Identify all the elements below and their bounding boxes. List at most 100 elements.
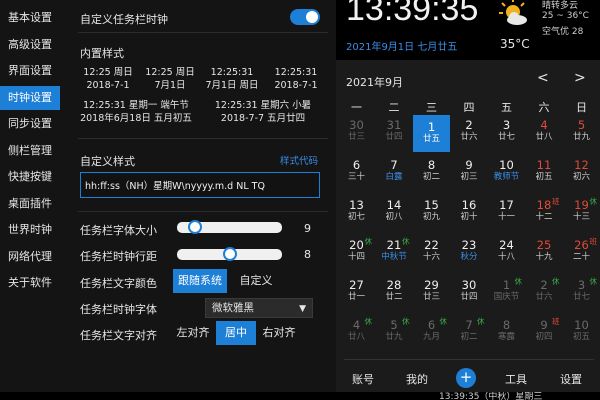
calendar-day-today[interactable]: 1 廿五 <box>413 115 450 152</box>
calendar-day[interactable]: 16 初十 <box>451 195 488 232</box>
calendar-day[interactable]: 3 廿七 <box>488 115 525 152</box>
mine-button[interactable]: 我的 <box>406 371 428 387</box>
calendar-day[interactable]: 11 初五 <box>526 155 563 192</box>
sidebar-item[interactable]: 时钟设置 <box>0 85 60 110</box>
builtin-style-4[interactable]: 12:25:31 2018-7-1 <box>266 66 326 92</box>
sidebar-item[interactable]: 快捷按键 <box>0 165 60 189</box>
calendar-day[interactable]: 4 廿八休 <box>338 315 375 352</box>
calendar-day[interactable]: 30 廿四 <box>451 275 488 312</box>
style-code-link[interactable]: 样式代码 <box>280 153 318 167</box>
date-line: 2021年9月1日 七月廿五 <box>346 42 458 53</box>
day-number: 24 <box>499 238 514 252</box>
style-line: 12:25 周日 <box>83 67 133 78</box>
prev-month-button[interactable]: < <box>537 70 549 86</box>
calendar-day[interactable]: 15 初九 <box>413 195 450 232</box>
sidebar-item[interactable]: 桌面插件 <box>0 192 60 216</box>
calendar-day[interactable]: 3 廿七休 <box>563 275 600 312</box>
day-number: 31 <box>386 118 402 132</box>
calendar-day[interactable]: 9 初四班 <box>526 315 563 352</box>
font-label: 任务栏时钟字体 <box>80 303 157 316</box>
calendar-day[interactable]: 19 十三休 <box>563 195 600 232</box>
calendar-day[interactable]: 5 廿九休 <box>376 315 413 352</box>
calendar-day[interactable]: 24 十八 <box>488 235 525 272</box>
follow-system-button[interactable]: 跟随系统 <box>173 269 227 293</box>
sunny-cloudy-icon <box>499 0 527 25</box>
builtin-style-3[interactable]: 12:25:31 7月1日 周日 <box>200 66 264 92</box>
builtin-style-6[interactable]: 12:25:31 星期六 小暑 2018-7-7 五月廿四 <box>204 99 322 125</box>
calendar-day[interactable]: 1 国庆节休 <box>488 275 525 312</box>
calendar-day[interactable]: 26 二十班 <box>563 235 600 272</box>
calendar-day[interactable]: 14 初八 <box>376 195 413 232</box>
lunar-date: 廿三 <box>347 132 365 142</box>
divider <box>78 211 328 212</box>
sidebar-item[interactable]: 关于软件 <box>0 271 60 295</box>
align-left-button[interactable]: 左对齐 <box>174 321 212 345</box>
calendar-day[interactable]: 28 廿二 <box>376 275 413 312</box>
calendar-day[interactable]: 30 廿三 <box>338 115 375 152</box>
holiday-badge: 休 <box>364 237 373 246</box>
calendar-day[interactable]: 4 廿八 <box>526 115 563 152</box>
sidebar-item[interactable]: 世界时钟 <box>0 218 60 242</box>
divider <box>344 359 594 360</box>
align-center-button[interactable]: 居中 <box>216 321 256 345</box>
calendar-day[interactable]: 13 初七 <box>338 195 375 232</box>
calendar-day[interactable]: 10 初五 <box>563 315 600 352</box>
calendar-day[interactable]: 7 白露 <box>376 155 413 192</box>
builtin-style-2[interactable]: 12:25 周日 7月1日 <box>140 66 200 92</box>
calendar-day[interactable]: 27 廿一 <box>338 275 375 312</box>
next-month-button[interactable]: > <box>574 70 586 86</box>
holiday-badge: 休 <box>402 317 410 326</box>
font-size-slider[interactable] <box>177 220 282 234</box>
clock-area: 13:39:35 2021年9月1日 七月廿五 35°C 晴转多云 25 ~ 3… <box>336 0 600 60</box>
settings-button[interactable]: 设置 <box>560 371 582 387</box>
calendar-day[interactable]: 6 九月休 <box>413 315 450 352</box>
calendar-day[interactable]: 20 十四休 <box>338 235 375 272</box>
sidebar-item[interactable]: 界面设置 <box>0 59 60 83</box>
line-spacing-slider[interactable] <box>177 247 282 261</box>
calendar-day[interactable]: 12 初六 <box>563 155 600 192</box>
sidebar-item[interactable]: 高级设置 <box>0 33 60 57</box>
calendar-day[interactable]: 22 十六 <box>413 235 450 272</box>
calendar-day[interactable]: 18 十二班 <box>526 195 563 232</box>
align-right-button[interactable]: 右对齐 <box>260 321 298 345</box>
calendar-day[interactable]: 7 初二休 <box>451 315 488 352</box>
lunar-date: 十三 <box>572 212 590 222</box>
calendar-day[interactable]: 29 廿三 <box>413 275 450 312</box>
format-input[interactable] <box>80 172 320 198</box>
lunar-date: 十九 <box>535 252 553 262</box>
builtin-style-1[interactable]: 12:25 周日 2018-7-1 <box>78 66 138 92</box>
day-number: 12 <box>574 158 589 172</box>
text-align-label: 任务栏文字对齐 <box>80 329 157 342</box>
calendar-day[interactable]: 9 初三 <box>451 155 488 192</box>
custom-clock-toggle[interactable] <box>290 9 320 25</box>
clock-settings-content: 自定义任务栏时钟 内置样式 12:25 周日 2018-7-1 12:25 周日… <box>70 0 332 400</box>
calendar-day[interactable]: 2 廿六休 <box>526 275 563 312</box>
calendar-day[interactable]: 21 中秋节休 <box>376 235 413 272</box>
calendar-day[interactable]: 8 寒露 <box>488 315 525 352</box>
add-button[interactable]: + <box>456 368 476 388</box>
holiday-badge: 休 <box>364 317 373 326</box>
calendar-day[interactable]: 2 廿六 <box>451 115 488 152</box>
sidebar-item[interactable]: 基本设置 <box>0 6 60 30</box>
slider-thumb[interactable] <box>187 220 202 234</box>
calendar-day[interactable]: 23 秋分 <box>451 235 488 272</box>
builtin-style-5[interactable]: 12:25:31 星期一 端午节 2018年6月18日 五月初五 <box>74 99 198 125</box>
taskbar-clock-text[interactable]: 13:39:35（中秋）星期三 <box>439 392 542 400</box>
calendar-day[interactable]: 25 十九 <box>526 235 563 272</box>
calendar-day[interactable]: 8 初二 <box>413 155 450 192</box>
calendar-day[interactable]: 17 十一 <box>488 195 525 232</box>
sidebar-item[interactable]: 侧栏管理 <box>0 139 60 163</box>
tools-button[interactable]: 工具 <box>505 371 527 387</box>
calendar-day[interactable]: 6 三十 <box>338 155 375 192</box>
calendar-day[interactable]: 10 教师节 <box>488 155 525 192</box>
font-select[interactable]: 微软雅黑 ▼ <box>205 298 313 318</box>
sidebar-item[interactable]: 网络代理 <box>0 245 60 269</box>
sidebar-item[interactable]: 同步设置 <box>0 112 60 136</box>
lunar-date: 白露 <box>385 172 403 182</box>
account-button[interactable]: 账号 <box>352 371 374 387</box>
calendar-day[interactable]: 5 廿九 <box>563 115 600 152</box>
spacing-value: 8 <box>304 248 311 261</box>
custom-color-button[interactable]: 自定义 <box>234 269 278 293</box>
slider-thumb[interactable] <box>222 247 237 261</box>
calendar-day[interactable]: 31 廿四 <box>376 115 413 152</box>
